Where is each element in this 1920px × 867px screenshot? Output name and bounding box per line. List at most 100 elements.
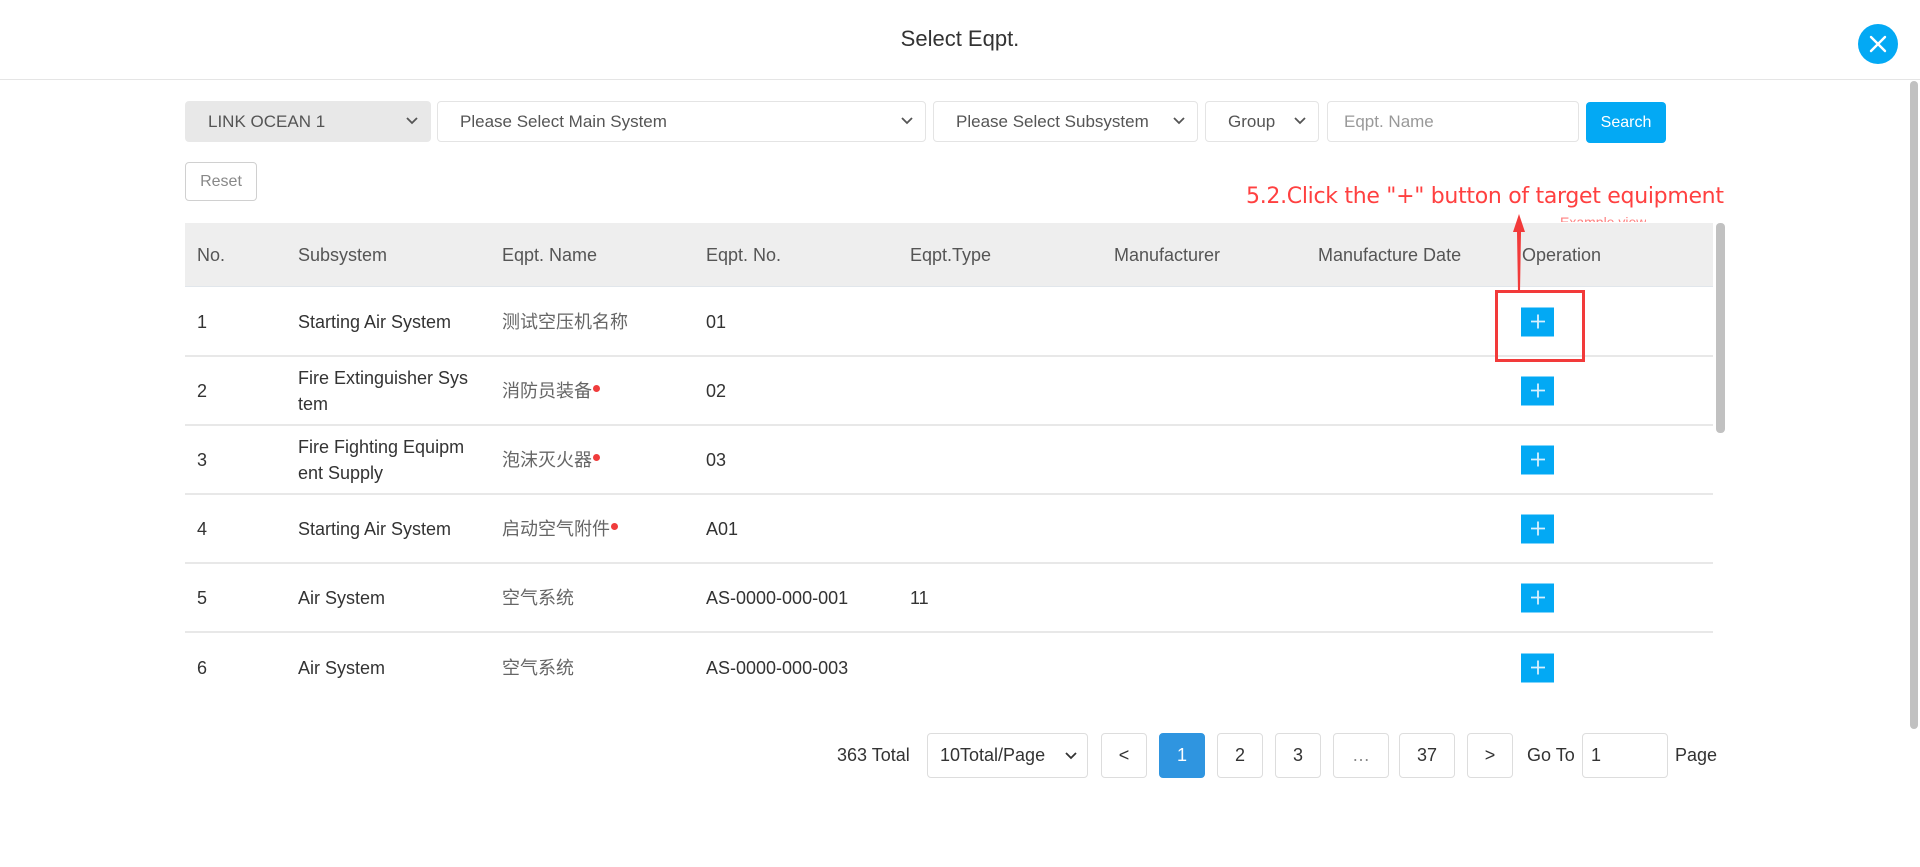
table-row: 1 Starting Air System 测试空压机名称 01 — [185, 288, 1713, 357]
table-scrollbar[interactable] — [1716, 223, 1725, 433]
cell-subsystem: Fire Extinguisher Sys tem — [298, 365, 468, 417]
total-count: 363 Total — [837, 745, 910, 765]
cell-subsystem: Starting Air System — [298, 311, 452, 332]
table-header: No. Subsystem Eqpt. Name Eqpt. No. Eqpt.… — [185, 223, 1713, 287]
eqpt-name-input[interactable]: Eqpt. Name — [1327, 101, 1579, 142]
cell-no: 6 — [197, 657, 208, 678]
cell-no: 5 — [197, 587, 208, 608]
search-button[interactable]: Search — [1586, 102, 1666, 143]
table-row: 6 Air System 空气系统 AS-0000-000-003 — [185, 633, 1713, 693]
page-label: Page — [1675, 745, 1718, 765]
chevron-down-icon — [406, 117, 418, 125]
table-row: 3 Fire Fighting Equipm ent Supply 泡沫灭火器 … — [185, 426, 1713, 495]
cell-eqpt-name: 空气系统 — [502, 585, 574, 611]
page-button-37[interactable]: 37 — [1399, 733, 1455, 778]
subsystem-placeholder: Please Select Subsystem — [956, 111, 1149, 131]
close-button[interactable] — [1858, 24, 1898, 64]
main-system-placeholder: Please Select Main System — [460, 111, 667, 131]
cell-subsystem-line1: Fire Fighting Equipm — [298, 436, 465, 457]
tutorial-annotation: 5.2.Click the "+" button of target equip… — [1246, 184, 1724, 209]
annotation-arrow-icon — [1513, 214, 1525, 292]
ship-select-value: LINK OCEAN 1 — [208, 111, 326, 131]
add-equipment-button[interactable] — [1521, 376, 1554, 405]
cell-eqpt-no: 02 — [706, 380, 727, 401]
cell-eqpt-type: 11 — [910, 587, 929, 608]
table-row: 5 Air System 空气系统 AS-0000-000-001 11 — [185, 564, 1713, 633]
column-header-eqpt-no: Eqpt. No. — [706, 245, 782, 265]
close-icon — [1869, 35, 1887, 53]
chevron-down-icon — [1065, 752, 1077, 760]
plus-icon — [1530, 590, 1545, 605]
page-size-select[interactable]: 10Total/Page — [927, 733, 1088, 778]
eqpt-name-text: 测试空压机名称 — [502, 311, 628, 332]
subsystem-select[interactable]: Please Select Subsystem — [933, 101, 1198, 142]
column-header-eqpt-name: Eqpt. Name — [502, 245, 598, 265]
table-row: 4 Starting Air System 启动空气附件 A01 — [185, 495, 1713, 564]
page-button-2[interactable]: 2 — [1217, 733, 1263, 778]
column-header-manufacturer: Manufacturer — [1114, 245, 1221, 265]
column-header-manufacture-date: Manufacture Date — [1318, 245, 1462, 265]
modal-title: Select Eqpt. — [900, 26, 1020, 51]
page-ellipsis-button[interactable]: … — [1333, 733, 1389, 778]
modal-header: Select Eqpt. — [0, 0, 1920, 80]
cell-subsystem-line2: tem — [298, 393, 329, 414]
status-dot-icon — [611, 522, 618, 530]
plus-icon — [1530, 521, 1545, 536]
cell-eqpt-no: AS-0000-000-003 — [706, 657, 849, 678]
add-equipment-button[interactable] — [1521, 653, 1554, 682]
cell-no: 4 — [197, 518, 208, 539]
eqpt-name-text: 空气系统 — [502, 587, 574, 608]
group-select[interactable]: Group — [1205, 101, 1319, 142]
cell-no: 2 — [197, 380, 208, 401]
add-equipment-button[interactable] — [1521, 514, 1554, 543]
tutorial-annotation-clipped: Example view — [1560, 214, 1647, 222]
cell-eqpt-name: 空气系统 — [502, 655, 574, 681]
group-placeholder: Group — [1228, 111, 1276, 131]
cell-eqpt-name: 泡沫灭火器 — [502, 447, 600, 473]
cell-eqpt-name: 测试空压机名称 — [502, 309, 628, 335]
eqpt-name-text: 空气系统 — [502, 657, 574, 678]
cell-subsystem: Starting Air System — [298, 518, 452, 539]
prev-page-button[interactable]: < — [1101, 733, 1147, 778]
goto-page-input[interactable]: 1 — [1582, 733, 1668, 778]
modal-scrollbar[interactable] — [1910, 81, 1918, 729]
cell-subsystem: Fire Fighting Equipm ent Supply — [298, 434, 464, 486]
cell-eqpt-no: 03 — [706, 449, 727, 470]
cell-eqpt-name: 启动空气附件 — [502, 516, 618, 542]
add-equipment-button[interactable] — [1521, 583, 1554, 612]
cell-no: 3 — [197, 449, 208, 470]
equipment-table: No. Subsystem Eqpt. Name Eqpt. No. Eqpt.… — [185, 223, 1713, 693]
cell-subsystem: Air System — [298, 657, 386, 678]
cell-subsystem-line2: ent Supply — [298, 462, 384, 483]
column-header-no: No. — [197, 245, 226, 265]
cell-subsystem-line1: Fire Extinguisher Sys — [298, 367, 469, 388]
annotation-highlight-box — [1495, 290, 1585, 362]
chevron-down-icon — [1294, 117, 1306, 125]
page-button-3[interactable]: 3 — [1275, 733, 1321, 778]
ship-select[interactable]: LINK OCEAN 1 — [185, 101, 431, 142]
page-size-value: 10Total/Page — [940, 745, 1046, 765]
column-header-eqpt-type: Eqpt.Type — [910, 245, 992, 265]
column-header-subsystem: Subsystem — [298, 245, 388, 265]
page-button-1[interactable]: 1 — [1159, 733, 1205, 778]
plus-icon — [1530, 452, 1545, 467]
chevron-down-icon — [1173, 117, 1185, 125]
eqpt-name-text: 消防员装备 — [502, 380, 592, 401]
reset-button[interactable]: Reset — [185, 162, 257, 201]
main-system-select[interactable]: Please Select Main System — [437, 101, 926, 142]
eqpt-name-text: 泡沫灭火器 — [502, 449, 592, 470]
goto-label: Go To — [1527, 745, 1575, 765]
status-dot-icon — [593, 384, 600, 392]
cell-eqpt-no: 01 — [706, 311, 727, 332]
status-dot-icon — [593, 453, 600, 461]
chevron-down-icon — [901, 117, 913, 125]
add-equipment-button[interactable] — [1521, 445, 1554, 474]
column-header-operation: Operation — [1522, 245, 1602, 265]
eqpt-name-placeholder: Eqpt. Name — [1344, 111, 1434, 131]
cell-subsystem: Air System — [298, 587, 386, 608]
plus-icon — [1530, 383, 1545, 398]
pagination: 363 Total 10Total/Page < 1 2 3 … 37 > Go… — [0, 733, 1920, 778]
eqpt-name-text: 启动空气附件 — [502, 518, 610, 539]
next-page-button[interactable]: > — [1467, 733, 1513, 778]
plus-icon — [1530, 660, 1545, 675]
